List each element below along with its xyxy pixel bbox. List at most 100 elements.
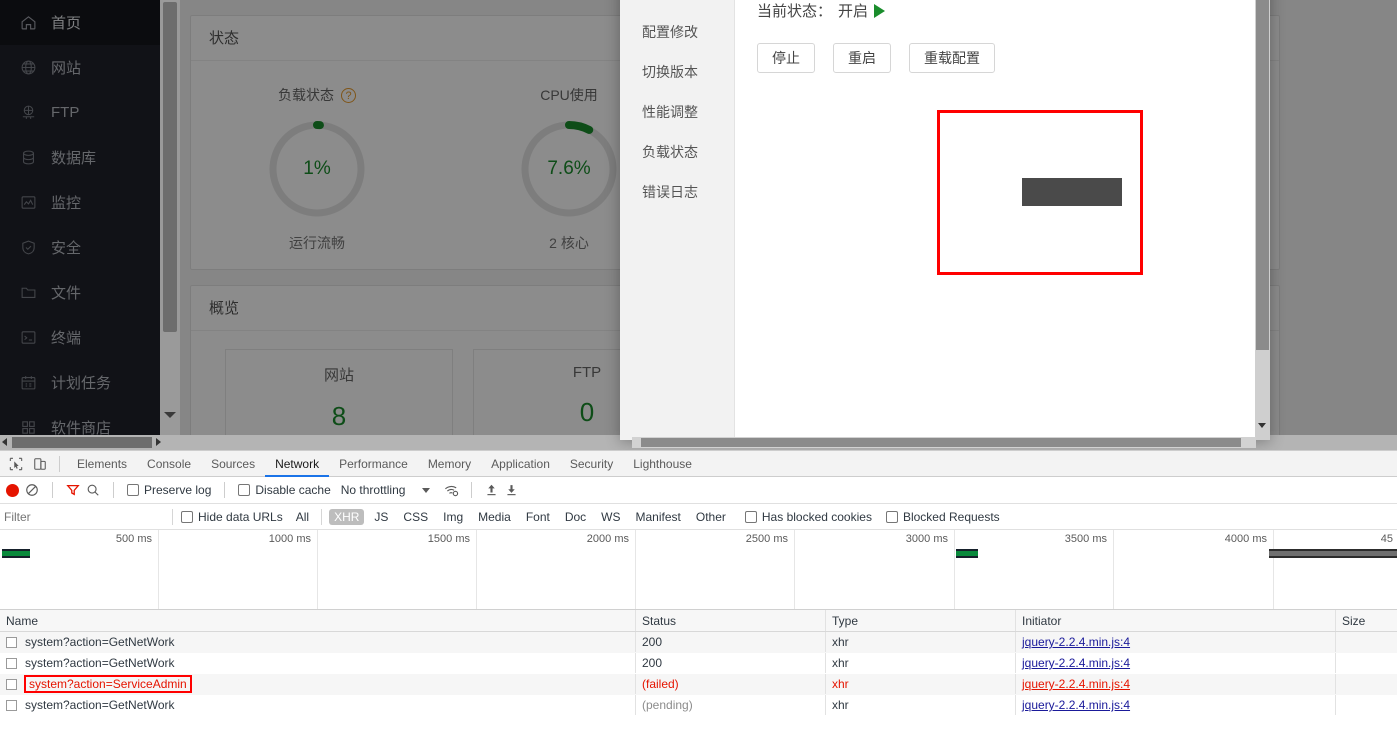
device-toolbar-icon[interactable] <box>28 452 52 476</box>
search-icon[interactable] <box>86 483 100 497</box>
record-button-icon[interactable] <box>6 483 19 497</box>
column-header-status[interactable]: Status <box>636 610 826 631</box>
cell-name[interactable]: system?action=ServiceAdmin <box>0 674 636 694</box>
scrollbar-thumb[interactable] <box>1256 0 1269 350</box>
hide-data-urls-checkbox[interactable]: Hide data URLs <box>181 510 283 524</box>
tab-memory[interactable]: Memory <box>418 451 481 477</box>
request-name: system?action=GetNetWork <box>25 698 175 712</box>
cell-name[interactable]: system?action=GetNetWork <box>0 632 636 652</box>
checkbox-box[interactable] <box>127 484 139 496</box>
devtools-tabbar: Elements Console Sources Network Perform… <box>0 451 1397 477</box>
toolbar-divider <box>224 482 226 498</box>
reload-config-button[interactable]: 重载配置 <box>909 43 995 73</box>
modal-menu-config-edit[interactable]: 配置修改 <box>620 12 734 52</box>
column-header-type[interactable]: Type <box>826 610 1016 631</box>
cell-type: xhr <box>826 632 1016 652</box>
modal-menu-load-status[interactable]: 负载状态 <box>620 132 734 172</box>
column-header-size[interactable]: Size <box>1336 610 1397 631</box>
disable-cache-checkbox[interactable]: Disable cache <box>238 483 331 497</box>
checkbox-box[interactable] <box>238 484 251 496</box>
row-checkbox-icon[interactable] <box>6 678 17 690</box>
table-row[interactable]: system?action=GetNetWork 200 xhr jquery-… <box>0 653 1397 674</box>
service-status-line: 当前状态： 开启 <box>757 0 1270 21</box>
tab-lighthouse[interactable]: Lighthouse <box>623 451 702 477</box>
timeline-gridline <box>635 530 636 609</box>
scroll-down-arrow-icon[interactable] <box>1258 423 1266 428</box>
column-header-initiator[interactable]: Initiator <box>1016 610 1336 631</box>
network-toolbar: Preserve log Disable cache No throttling <box>0 477 1397 504</box>
initiator-link[interactable]: jquery-2.2.4.min.js:4 <box>1022 698 1130 712</box>
modal-menu-error-log[interactable]: 错误日志 <box>620 172 734 212</box>
checkbox-box[interactable] <box>744 510 757 523</box>
stop-button[interactable]: 停止 <box>757 43 815 73</box>
filter-icon[interactable] <box>66 483 80 497</box>
scroll-left-arrow-icon[interactable] <box>2 438 7 446</box>
initiator-link[interactable]: jquery-2.2.4.min.js:4 <box>1022 635 1130 649</box>
tab-application[interactable]: Application <box>481 451 560 477</box>
scroll-right-arrow-icon[interactable] <box>156 438 161 446</box>
service-action-buttons: 停止 重启 重载配置 <box>757 43 1270 73</box>
filter-type-ws[interactable]: WS <box>596 509 625 525</box>
modal-horizontal-scrollbar[interactable] <box>632 437 1256 448</box>
initiator-link[interactable]: jquery-2.2.4.min.js:4 <box>1022 656 1130 670</box>
preserve-log-checkbox[interactable]: Preserve log <box>127 483 211 497</box>
cell-size <box>1336 653 1397 673</box>
initiator-link[interactable]: jquery-2.2.4.min.js:4 <box>1022 677 1130 691</box>
filter-type-doc[interactable]: Doc <box>560 509 591 525</box>
checkbox-box[interactable] <box>885 510 898 523</box>
tab-elements[interactable]: Elements <box>67 451 137 477</box>
row-checkbox-icon[interactable] <box>6 657 17 669</box>
row-checkbox-icon[interactable] <box>6 699 17 711</box>
has-blocked-cookies-label: Has blocked cookies <box>761 509 872 524</box>
timeline-gridline <box>476 530 477 609</box>
resource-type-filters: All XHR JS CSS Img Media Font Doc WS Man… <box>291 508 731 525</box>
cell-name[interactable]: system?action=GetNetWork <box>0 653 636 673</box>
service-status-value: 开启 <box>838 3 869 20</box>
tab-network[interactable]: Network <box>265 451 329 477</box>
filter-input[interactable] <box>4 506 164 527</box>
import-har-icon[interactable] <box>485 483 499 497</box>
filter-type-all[interactable]: All <box>291 509 314 525</box>
tab-console[interactable]: Console <box>137 451 201 477</box>
modal-menu-switch-version[interactable]: 切换版本 <box>620 52 734 92</box>
filter-type-manifest[interactable]: Manifest <box>631 509 686 525</box>
timeline-tick-label: 1500 ms <box>427 533 470 545</box>
filter-type-other[interactable]: Other <box>691 509 731 525</box>
filter-type-font[interactable]: Font <box>521 509 555 525</box>
blocked-requests-checkbox[interactable]: Blocked Requests <box>885 510 1000 524</box>
cell-name[interactable]: system?action=GetNetWork <box>0 695 636 715</box>
tab-sources[interactable]: Sources <box>201 451 265 477</box>
scrollbar-thumb[interactable] <box>163 2 177 332</box>
export-har-icon[interactable] <box>505 483 519 497</box>
inspect-element-icon[interactable] <box>4 452 28 476</box>
table-row[interactable]: system?action=ServiceAdmin (failed) xhr … <box>0 674 1397 695</box>
modal-menu-performance-tuning[interactable]: 性能调整 <box>620 92 734 132</box>
filter-type-css[interactable]: CSS <box>398 509 433 525</box>
has-blocked-cookies-checkbox[interactable]: Has blocked cookies <box>744 509 872 524</box>
filter-type-img[interactable]: Img <box>438 509 468 525</box>
timeline-tick-label: 1000 ms <box>268 533 311 545</box>
network-conditions-icon[interactable] <box>444 483 459 497</box>
modal-vertical-scrollbar[interactable] <box>1255 0 1270 440</box>
chevron-down-icon[interactable] <box>422 487 431 493</box>
table-row[interactable]: system?action=GetNetWork (pending) xhr j… <box>0 695 1397 716</box>
filter-type-media[interactable]: Media <box>473 509 516 525</box>
clear-icon[interactable] <box>25 483 39 497</box>
checkbox-box[interactable] <box>181 510 193 523</box>
page-vertical-scrollbar[interactable] <box>160 0 180 440</box>
tab-security[interactable]: Security <box>560 451 623 477</box>
tab-performance[interactable]: Performance <box>329 451 418 477</box>
scrollbar-thumb[interactable] <box>12 437 152 448</box>
filter-type-xhr[interactable]: XHR <box>329 508 365 525</box>
row-checkbox-icon[interactable] <box>6 636 17 648</box>
scroll-down-arrow-icon[interactable] <box>164 412 176 418</box>
network-overview-timeline[interactable]: 500 ms 1000 ms 1500 ms 2000 ms 2500 ms 3… <box>0 530 1397 610</box>
timeline-gridline <box>954 530 955 609</box>
scrollbar-thumb[interactable] <box>641 438 1241 447</box>
timeline-tick-label: 2500 ms <box>745 533 788 545</box>
filter-type-js[interactable]: JS <box>369 509 393 525</box>
throttling-select[interactable]: No throttling <box>341 483 431 497</box>
table-row[interactable]: system?action=GetNetWork 200 xhr jquery-… <box>0 632 1397 653</box>
restart-button[interactable]: 重启 <box>833 43 891 73</box>
column-header-name[interactable]: Name <box>0 610 636 631</box>
